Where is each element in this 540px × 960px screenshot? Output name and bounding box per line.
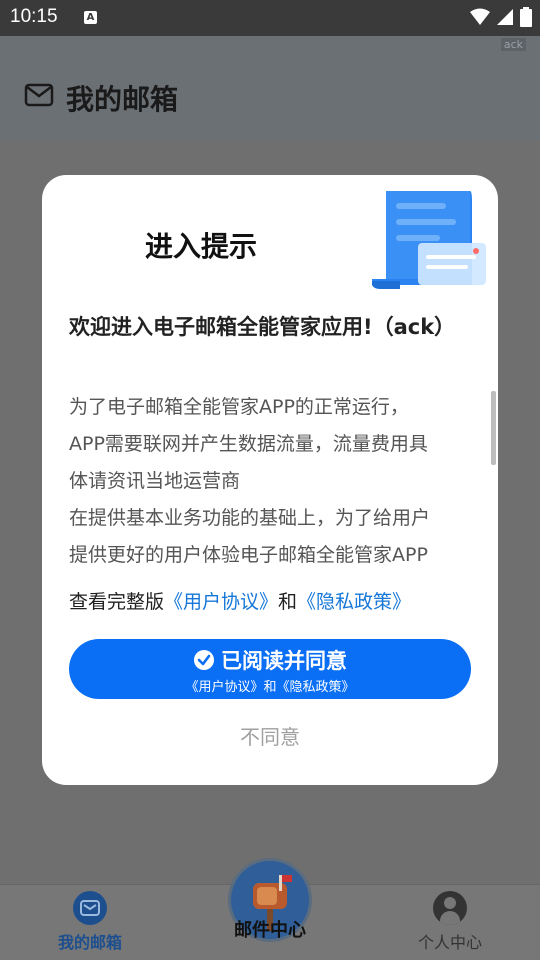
dialog-title: 进入提示 — [145, 230, 258, 263]
agree-button[interactable]: 已阅读并同意 《用户协议》和《隐私政策》 — [69, 639, 471, 699]
app-header: 我的邮箱 ack — [0, 36, 540, 140]
body-line: 在提供基本业务功能的基础上，为了给用户 — [69, 507, 431, 529]
wifi-icon — [470, 8, 490, 25]
notification-badge: A — [84, 11, 97, 24]
body-line: 提供更好的用户体验电子邮箱全能管家APP — [69, 544, 428, 566]
nav-item-personal-center[interactable]: 个人中心 — [390, 885, 510, 960]
agree-button-label: 已阅读并同意 — [221, 649, 347, 673]
status-icons — [470, 7, 532, 27]
links-prefix: 查看完整版 — [69, 591, 165, 613]
nav-item-my-mailbox[interactable]: 我的邮箱 — [30, 885, 150, 960]
entry-notice-dialog: 进入提示 欢迎进入电子邮箱全能管家应用!（ack） 为了电子邮箱全能管家APP的… — [42, 175, 498, 785]
body-line: 体请资讯当地运营商 — [69, 470, 241, 492]
user-icon — [433, 891, 467, 925]
header-tag: ack — [500, 38, 526, 51]
links-and: 和 — [278, 591, 298, 613]
check-circle-icon — [194, 650, 214, 670]
signal-icon — [497, 9, 513, 25]
body-line: 为了电子邮箱全能管家APP的正常运行， — [69, 396, 409, 418]
mail-icon — [73, 891, 107, 925]
privacy-policy-link[interactable]: 《隐私政策》 — [297, 591, 411, 613]
user-agreement-link[interactable]: 《用户协议》 — [164, 591, 278, 613]
document-illustration-icon — [372, 191, 486, 289]
nav-label-mail-center: 邮件中心 — [234, 920, 306, 941]
nav-label: 个人中心 — [417, 933, 482, 952]
page-title: 我的邮箱 — [66, 83, 179, 116]
agreement-links: 查看完整版《用户协议》和《隐私政策》 — [69, 587, 411, 614]
nav-label: 我的邮箱 — [57, 933, 122, 952]
mail-icon — [24, 83, 54, 107]
agree-button-main: 已阅读并同意 — [69, 645, 471, 675]
dialog-heading: 欢迎进入电子邮箱全能管家应用!（ack） — [69, 315, 456, 339]
agree-button-sublabel: 《用户协议》和《隐私政策》 — [185, 680, 355, 695]
body-line: APP需要联网并产生数据流量，流量费用具 — [69, 433, 428, 455]
decline-button[interactable]: 不同意 — [220, 721, 320, 750]
status-time: 10:15 — [10, 6, 58, 27]
dialog-scrollbar[interactable] — [491, 391, 496, 465]
dialog-body: 为了电子邮箱全能管家APP的正常运行， APP需要联网并产生数据流量，流量费用具… — [69, 389, 479, 574]
status-bar: 10:15 A — [0, 0, 540, 36]
battery-icon — [520, 7, 532, 27]
